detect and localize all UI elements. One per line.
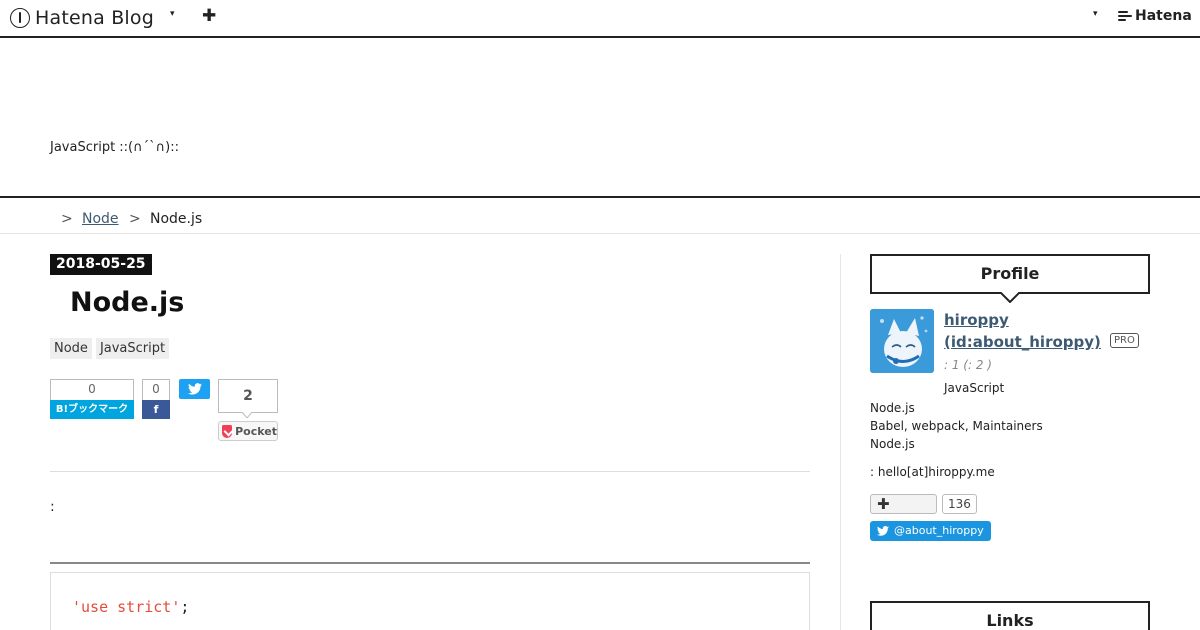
hatena-bookmark-button[interactable]: 0 B!ブックマーク <box>50 379 134 419</box>
breadcrumb-current: Node.js <box>150 211 203 227</box>
facebook-share-button[interactable]: 0 f <box>142 379 170 419</box>
facebook-icon: f <box>142 400 170 419</box>
pocket-count: 2 <box>243 388 253 404</box>
social-share-buttons: 0 B!ブックマーク 0 f 2 Pocket <box>50 379 350 449</box>
entry-intro-text: : <box>50 499 55 515</box>
logo-text: Hatena Blog <box>35 7 154 29</box>
links-heading: Links <box>870 601 1150 630</box>
pocket-save-button[interactable]: Pocket <box>218 421 278 441</box>
breadcrumb-category-link[interactable]: Node <box>82 211 119 227</box>
category-tag-javascript[interactable]: JavaScript <box>95 338 170 359</box>
profile-bio-line: Node.js <box>870 401 915 415</box>
entry-article: 2018-05-25 Node.js Node JavaScript 0 B!ブ… <box>50 234 810 630</box>
plus-icon: ✚ <box>877 495 890 513</box>
breadcrumb: > Node > Node.js <box>0 198 1200 234</box>
category-tag-node[interactable]: Node <box>50 338 92 359</box>
code-semicolon: ; <box>180 598 190 616</box>
subscriber-count: 136 <box>942 494 977 514</box>
profile-bio-line: Babel, webpack, Maintainers <box>870 419 1043 433</box>
hatena-logo[interactable]: Hatena <box>1118 8 1192 24</box>
blog-header: JavaScript ::(∩´`∩):: <box>0 40 1200 198</box>
profile-email: : hello[at]hiroppy.me <box>870 465 995 479</box>
pocket-count-bubble: 2 <box>218 379 278 413</box>
profile-bio: Node.js Babel, webpack, Maintainers Node… <box>870 399 1043 453</box>
profile-stats: : 1 (: 2 ) <box>944 358 992 372</box>
profile-topic: JavaScript <box>944 381 1005 395</box>
entry-categories: Node JavaScript <box>50 338 170 359</box>
breadcrumb-separator: > <box>61 211 73 227</box>
code-string-literal: 'use strict' <box>72 598 181 616</box>
pro-badge: PRO <box>1110 333 1139 348</box>
avatar[interactable] <box>870 309 934 373</box>
pocket-label: Pocket <box>235 424 277 438</box>
twitter-share-button[interactable] <box>179 379 210 399</box>
sidebar: Profile hiroppy (id:about_hiroppy) PRO :… <box>870 254 1150 630</box>
twitter-bird-icon <box>877 526 889 536</box>
hatena-mark-icon <box>1118 10 1132 22</box>
pocket-icon <box>222 424 233 438</box>
twitter-follow-label: @about_hiroppy <box>894 524 984 537</box>
sidebar-divider <box>840 254 841 630</box>
profile-bio-line: Node.js <box>870 437 915 451</box>
hatena-blog-logo[interactable]: Hatena Blog <box>10 6 154 30</box>
profile-heading: Profile <box>870 254 1150 294</box>
chevron-down-icon[interactable]: ▾ <box>170 9 175 19</box>
code-block: 'use strict'; <box>50 572 810 630</box>
code-line: 'use strict'; <box>72 598 189 616</box>
account-menu-chevron-icon[interactable]: ▾ <box>1093 9 1098 19</box>
blog-description: JavaScript ::(∩´`∩):: <box>50 140 179 155</box>
divider <box>50 471 810 472</box>
pocket-bubble-tail <box>242 412 252 418</box>
twitter-bird-icon <box>188 383 202 395</box>
entry-title[interactable]: Node.js <box>70 287 184 318</box>
global-navbar: Hatena Blog ▾ ✚ ▾ Hatena <box>0 0 1200 38</box>
hatena-bookmark-count: 0 <box>88 382 96 396</box>
add-entry-icon[interactable]: ✚ <box>202 6 216 26</box>
hatena-logo-text: Hatena <box>1135 8 1192 24</box>
avatar-image <box>870 309 934 373</box>
hatena-blog-logo-icon <box>10 8 30 28</box>
subscribe-button[interactable]: ✚ <box>870 494 937 514</box>
section-divider <box>50 562 810 564</box>
facebook-share-count: 0 <box>152 382 160 396</box>
twitter-follow-button[interactable]: @about_hiroppy <box>870 521 991 541</box>
profile-heading-arrow <box>1000 292 1020 303</box>
breadcrumb-separator: > <box>129 211 141 227</box>
hatena-bookmark-label: B!ブックマーク <box>50 400 134 419</box>
entry-date[interactable]: 2018-05-25 <box>50 254 152 275</box>
